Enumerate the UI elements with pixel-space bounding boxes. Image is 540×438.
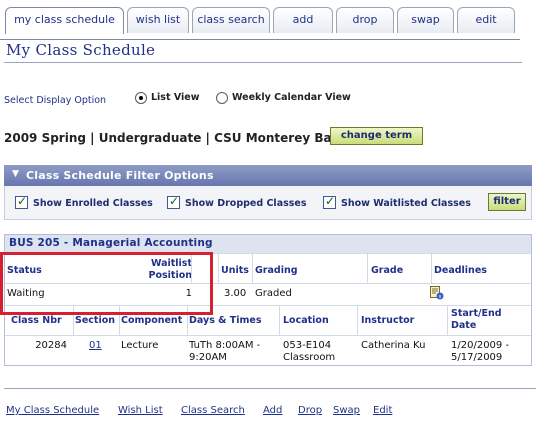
grading-value: Graded (255, 288, 292, 299)
grading-header: Grading (255, 265, 298, 276)
waitlist-highlight-box (0, 252, 213, 315)
tab-wish-list[interactable]: wish list (127, 7, 189, 33)
days-times-value-end: 9:20AM (189, 352, 227, 363)
footer-divider (4, 388, 536, 389)
tab-my-class-schedule[interactable]: my class schedule (5, 7, 124, 34)
col-divider (279, 305, 280, 335)
start-end-header: Start/End (451, 308, 502, 319)
section-link[interactable]: 01 (89, 340, 102, 351)
term-info: 2009 Spring | Undergraduate | CSU Monter… (4, 131, 340, 145)
show-waitlisted-checkbox[interactable] (323, 194, 336, 209)
filter-section-header[interactable]: ▼ Class Schedule Filter Options (4, 165, 532, 186)
days-times-value: TuTh 8:00AM - (189, 340, 261, 351)
instructor-header: Instructor (361, 315, 415, 326)
tab-divider (0, 39, 520, 40)
tab-class-search[interactable]: class search (192, 7, 270, 33)
footer-link-drop[interactable]: Drop (298, 405, 322, 416)
tab-drop[interactable]: drop (336, 7, 394, 33)
footer-link-my-class-schedule[interactable]: My Class Schedule (6, 405, 99, 416)
filter-options-panel: Show Enrolled Classes Show Dropped Class… (4, 186, 532, 220)
section-header: Section (75, 315, 116, 326)
grade-header: Grade (371, 265, 404, 276)
footer-link-class-search[interactable]: Class Search (181, 405, 245, 416)
filter-button[interactable]: filter (488, 193, 526, 211)
col-divider (252, 253, 253, 283)
date-header: Date (451, 320, 477, 331)
col-divider (218, 253, 219, 283)
units-header: Units (221, 265, 249, 276)
location-value: 053-E104 (283, 340, 332, 351)
deadlines-calendar-icon[interactable] (430, 286, 444, 300)
end-date-value: 5/17/2009 (451, 352, 503, 363)
tab-add[interactable]: add (273, 7, 333, 33)
page-title: My Class Schedule (6, 41, 156, 59)
list-view-radio[interactable] (135, 92, 147, 104)
col-divider (431, 253, 432, 283)
title-divider (4, 62, 522, 63)
list-view-label[interactable]: List View (151, 92, 199, 103)
units-value: 3.00 (224, 288, 247, 299)
show-waitlisted-label: Show Waitlisted Classes (341, 198, 471, 209)
tab-swap[interactable]: swap (397, 7, 454, 33)
col-divider (357, 305, 358, 335)
collapse-triangle-icon[interactable]: ▼ (12, 169, 19, 179)
class-nbr-header: Class Nbr (11, 315, 62, 326)
instructor-value: Catherina Ku (361, 340, 426, 351)
display-option-label: Select Display Option (4, 95, 107, 106)
show-dropped-checkbox[interactable] (167, 194, 180, 209)
col-divider (447, 305, 448, 335)
start-date-value: 1/20/2009 - (451, 340, 510, 351)
weekly-calendar-view-radio[interactable] (216, 92, 228, 104)
deadlines-header: Deadlines (434, 265, 487, 276)
course-title: BUS 205 - Managerial Accounting (5, 235, 531, 253)
tab-bar: my class schedule wish list class search… (0, 7, 540, 40)
filter-section-title: Class Schedule Filter Options (26, 169, 214, 182)
class-nbr-value: 20284 (35, 340, 67, 351)
show-enrolled-label: Show Enrolled Classes (33, 198, 153, 209)
tab-edit[interactable]: edit (457, 7, 515, 33)
footer-link-add[interactable]: Add (263, 405, 282, 416)
location-room-type: Classroom (283, 352, 336, 363)
days-times-header: Days & Times (189, 315, 262, 326)
change-term-button[interactable]: change term (330, 127, 423, 145)
show-enrolled-checkbox[interactable] (15, 194, 28, 209)
footer-link-wish-list[interactable]: Wish List (118, 405, 163, 416)
col-divider (367, 253, 368, 283)
footer-link-edit[interactable]: Edit (373, 405, 392, 416)
show-dropped-label: Show Dropped Classes (185, 198, 307, 209)
weekly-calendar-view-label[interactable]: Weekly Calendar View (232, 92, 351, 103)
location-header: Location (283, 315, 329, 326)
component-value: Lecture (121, 340, 159, 351)
component-header: Component (121, 315, 183, 326)
row-divider (5, 335, 531, 336)
footer-link-swap[interactable]: Swap (333, 405, 360, 416)
